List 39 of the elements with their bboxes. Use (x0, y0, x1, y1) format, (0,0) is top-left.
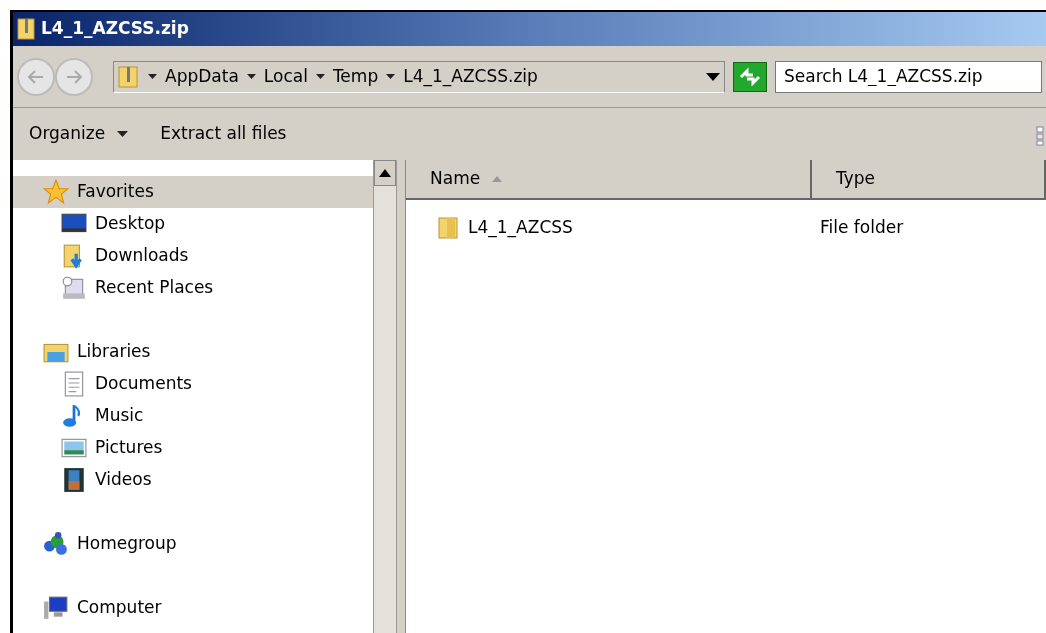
recent-places-icon (61, 275, 87, 301)
dropdown-arrow-icon (315, 74, 325, 79)
file-type: File folder (819, 216, 904, 240)
sort-arrow-icon (492, 176, 503, 182)
dropdown-arrow-icon (246, 74, 256, 79)
breadcrumb[interactable]: Local (263, 63, 308, 90)
breadcrumb[interactable]: L4_1_AZCSS.zip (403, 63, 538, 90)
dropdown-arrow-icon (148, 74, 157, 79)
column-header[interactable]: Type (812, 160, 1046, 200)
homegroup-icon (43, 531, 69, 557)
up-triangle-icon (379, 169, 391, 177)
scrollbar[interactable] (373, 160, 397, 633)
search-field[interactable]: Search L4_1_AZCSS.zip (775, 60, 1042, 93)
file-name[interactable]: L4_1_AZCSS (468, 215, 573, 241)
view-options-icon (1036, 126, 1046, 146)
back-button[interactable] (17, 57, 55, 96)
breadcrumb[interactable]: AppData (165, 63, 239, 90)
right-arrow-icon (64, 68, 84, 85)
left-arrow-icon (26, 68, 46, 85)
column-header[interactable]: Name (406, 160, 812, 200)
scroll-up-button[interactable] (374, 160, 396, 186)
address-bar[interactable]: AppData Local Temp L4_1_AZCSS.zip (113, 60, 725, 93)
refresh-icon (738, 66, 762, 87)
zip-folder-icon (118, 64, 140, 89)
window-title: L4_1_AZCSS.zip (41, 17, 189, 41)
dropdown-arrow-icon (117, 131, 129, 137)
star-icon (43, 179, 69, 205)
dropdown-arrow-icon (386, 74, 396, 79)
forward-button[interactable] (55, 57, 93, 96)
film-icon (61, 467, 87, 493)
toolbar-button[interactable]: Organize (29, 121, 129, 147)
computer-icon (43, 595, 69, 621)
navigation-item[interactable]: Favorites (13, 176, 373, 208)
breadcrumb[interactable]: Temp (332, 63, 379, 90)
zip-folder-icon (17, 18, 37, 40)
toolbar-button[interactable]: Extract all files (160, 121, 287, 147)
refresh-button[interactable] (733, 61, 767, 92)
folder-icon (438, 216, 460, 240)
dropdown-arrow-icon (706, 72, 720, 81)
